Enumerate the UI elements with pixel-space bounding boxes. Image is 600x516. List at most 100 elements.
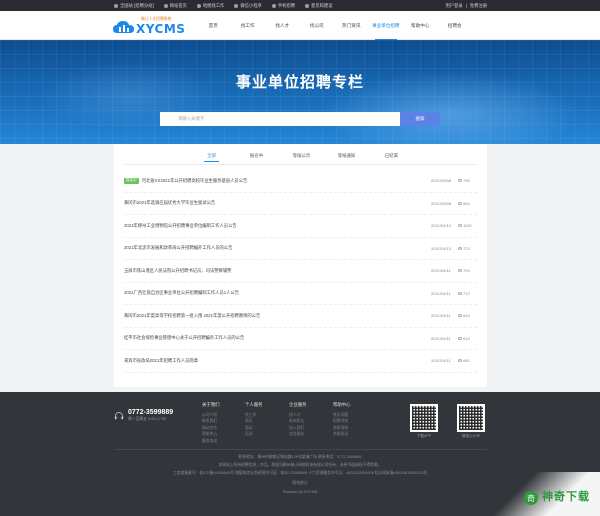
item-date: 2021/04/13: [431, 245, 452, 251]
tab-awaiting-publicity[interactable]: 等候公示: [279, 152, 324, 164]
tab-divider: [124, 164, 477, 165]
item-views: 712: [463, 290, 470, 296]
nav-label: 事业单位招聘: [371, 22, 400, 28]
item-title[interactable]: 黄冈市2021年度高等学校招聘第一批入围 2021年度公开招聘教师的公告: [124, 313, 431, 319]
item-title[interactable]: 河北省XX2021年公开招聘高校毕业生服务基层人员公告: [142, 178, 431, 184]
item-title[interactable]: 2021广西壮族自治区事业单位公开招聘编制工作人员1人公告: [124, 290, 431, 296]
qr-caption: 微信公众号: [462, 434, 480, 438]
announcement-card: 全部 报名中 等候公示 等候通知 已结束 报名中 河北省XX2021年公开招聘高…: [114, 144, 487, 387]
list-item[interactable]: 2021广西壮族自治区事业单位公开招聘编制工作人员1人公告 2021/04/11…: [124, 283, 477, 305]
list-item[interactable]: 报名中 河北省XX2021年公开招聘高校毕业生服务基层人员公告 2021/05/…: [124, 170, 477, 193]
footer-link[interactable]: 帮助中心: [202, 431, 220, 438]
hero-title: 事业单位招聘专栏: [235, 74, 364, 91]
item-date: 2021/04/11: [431, 268, 451, 274]
list-item[interactable]: 2021年柳州工业博物馆公开招聘事业单位编制工作人员公告 2021/04/13 …: [124, 215, 477, 238]
item-title[interactable]: 玉屏市铁山港区人民法院公开招聘书记员、司法警察辅警: [124, 268, 431, 274]
nav-label: 帮助中心: [411, 22, 430, 28]
site-logo[interactable]: 做让人才招聘系统 XYCMS: [113, 17, 193, 36]
topbar-item-wechat[interactable]: 微信小程序: [234, 3, 262, 9]
hotline-hours: 周一至周五 9:00-17:00: [128, 417, 167, 421]
eye-icon: [458, 201, 462, 205]
nav-label: 热门资讯: [342, 22, 361, 28]
site-header: 做让人才招聘系统 XYCMS 首页 找工作 找人才 找公司 热门资讯 事业单位招…: [0, 11, 600, 40]
search-input[interactable]: 请输入关键字: [160, 112, 400, 126]
watermark-logo-icon: 奇: [524, 491, 538, 505]
item-views: 613: [463, 335, 470, 341]
topbar-label: 手机招聘: [277, 2, 296, 8]
separator: |: [465, 3, 467, 8]
watermark-text: 神奇下载: [542, 491, 590, 503]
item-title[interactable]: 桂平市社会保险事业管理中心关于公开招聘编外工作人员的公告: [124, 335, 431, 341]
item-title[interactable]: 2021年北流市发展和改革局公开招聘编外工作人员的公告: [124, 245, 431, 251]
tab-all[interactable]: 全部: [189, 152, 234, 164]
item-title[interactable]: 2021年柳州工业博物馆公开招聘事业单位编制工作人员公告: [124, 223, 431, 229]
item-date: 2021/04/11: [431, 335, 451, 341]
list-item[interactable]: 2021年北流市发展和改革局公开招聘编外工作人员的公告 2021/04/13 7…: [124, 238, 477, 260]
search-button[interactable]: 搜索: [400, 112, 440, 126]
nav-jobs[interactable]: 找工作: [231, 11, 266, 40]
location-icon: [114, 3, 118, 8]
item-title[interactable]: 黄冈市2021年选调应届优秀大学毕业生面试公告: [124, 200, 431, 206]
topbar-item-feedback[interactable]: 意见和建议: [305, 3, 333, 9]
item-title[interactable]: 来宾市民政局2021年招聘工作人员简章: [124, 358, 431, 364]
nav-home[interactable]: 首页: [196, 11, 231, 40]
item-views: 723: [463, 245, 470, 251]
footer-link[interactable]: 招聘须知: [333, 418, 351, 425]
hero-banner: 事业单位招聘专栏 请输入关键字 搜索: [0, 40, 600, 144]
footer-link[interactable]: 培训: [245, 431, 263, 438]
footer-link[interactable]: 会员服务: [289, 431, 307, 438]
nav-help[interactable]: 帮助中心: [403, 11, 438, 40]
announcement-list: 报名中 河北省XX2021年公开招聘高校毕业生服务基层人员公告 2021/05/…: [124, 170, 477, 373]
nav-news[interactable]: 热门资讯: [334, 11, 369, 40]
footer-col-personal: 个人服务 找工作 简历 面试 培训: [245, 402, 263, 438]
item-views: 755: [463, 178, 470, 184]
feedback-icon: [305, 3, 310, 8]
wechat-qr-code: [457, 404, 485, 432]
nav-public-institutions[interactable]: 事业单位招聘: [369, 11, 404, 40]
tab-awaiting-notice[interactable]: 等候通知: [324, 152, 369, 164]
register-link[interactable]: 免费注册: [470, 3, 487, 9]
main-nav: 首页 找工作 找人才 找公司 热门资讯 事业单位招聘 帮助中心 招聘会: [196, 11, 472, 40]
user-links: 用户登录 | 免费注册: [446, 0, 488, 11]
topbar-item-site[interactable]: 全国站 [招聘分站]: [114, 3, 154, 9]
map-icon: [196, 3, 201, 8]
nav-job-fair[interactable]: 招聘会: [438, 11, 473, 40]
item-date: 2021/04/11: [431, 313, 451, 319]
list-item[interactable]: 桂平市社会保险事业管理中心关于公开招聘编外工作人员的公告 2021/04/11 …: [124, 328, 477, 350]
home-icon: [163, 3, 168, 8]
footer-link[interactable]: 发布职位: [289, 418, 307, 425]
topbar-label: 地图找工作: [202, 2, 225, 8]
footer-link[interactable]: 服务协议: [202, 438, 220, 445]
nav-companies[interactable]: 找公司: [300, 11, 335, 40]
footer-address: 联系地址：柳州市柳南区城站路129号某城广场 联系电话：0772-3599889: [238, 455, 362, 459]
topbar-label: 网站首页: [169, 2, 187, 8]
nav-talents[interactable]: 找人才: [265, 11, 300, 40]
topbar-item-home[interactable]: 网站首页: [163, 2, 187, 9]
list-item[interactable]: 黄冈市2021年选调应届优秀大学毕业生面试公告 2021/05/08 563: [124, 193, 477, 215]
list-item[interactable]: 玉屏市铁山港区人民法院公开招聘书记员、司法警察辅警 2021/04/11 793: [124, 260, 477, 283]
footer-link[interactable]: 联系我们: [202, 418, 220, 425]
topbar-item-mobile[interactable]: 手机招聘: [271, 2, 296, 9]
item-views: 563: [463, 200, 470, 206]
topbar-item-map[interactable]: 地图找工作: [196, 2, 225, 9]
logo-wordmark: XYCMS: [136, 22, 186, 36]
item-date: 2021/04/11: [431, 358, 451, 364]
qr-caption: 下载APP: [416, 434, 432, 438]
topbar-label: 全国站 [招聘分站]: [120, 2, 154, 8]
status-tabs: 全部 报名中 等候公示 等候通知 已结束: [114, 152, 487, 164]
login-link[interactable]: 用户登录: [446, 3, 463, 9]
nav-label: 找公司: [309, 22, 324, 28]
list-item[interactable]: 来宾市民政局2021年招聘工作人员简章 2021/04/11 680: [124, 350, 477, 373]
footer-col-enterprise: 企业服务 找人才 发布职位 加入我们 会员服务: [289, 402, 307, 438]
eye-icon: [458, 359, 462, 363]
eye-icon: [458, 269, 462, 273]
tab-registering[interactable]: 报名中: [234, 152, 279, 164]
watermark: 奇 神奇下载: [490, 472, 600, 516]
tab-ended[interactable]: 已结束: [369, 152, 414, 164]
footer-link[interactable]: 举报投诉: [333, 431, 351, 438]
status-badge: 报名中: [124, 177, 139, 184]
footer-col-head: 关于我们: [202, 402, 220, 407]
headset-icon: [114, 411, 124, 419]
list-item[interactable]: 黄冈市2021年度高等学校招聘第一批入围 2021年度公开招聘教师的公告 202…: [124, 305, 477, 328]
top-utility-bar: 全国站 [招聘分站] 网站首页 地图找工作 微信小程序 手机招聘 意见和建议 用…: [0, 0, 600, 11]
